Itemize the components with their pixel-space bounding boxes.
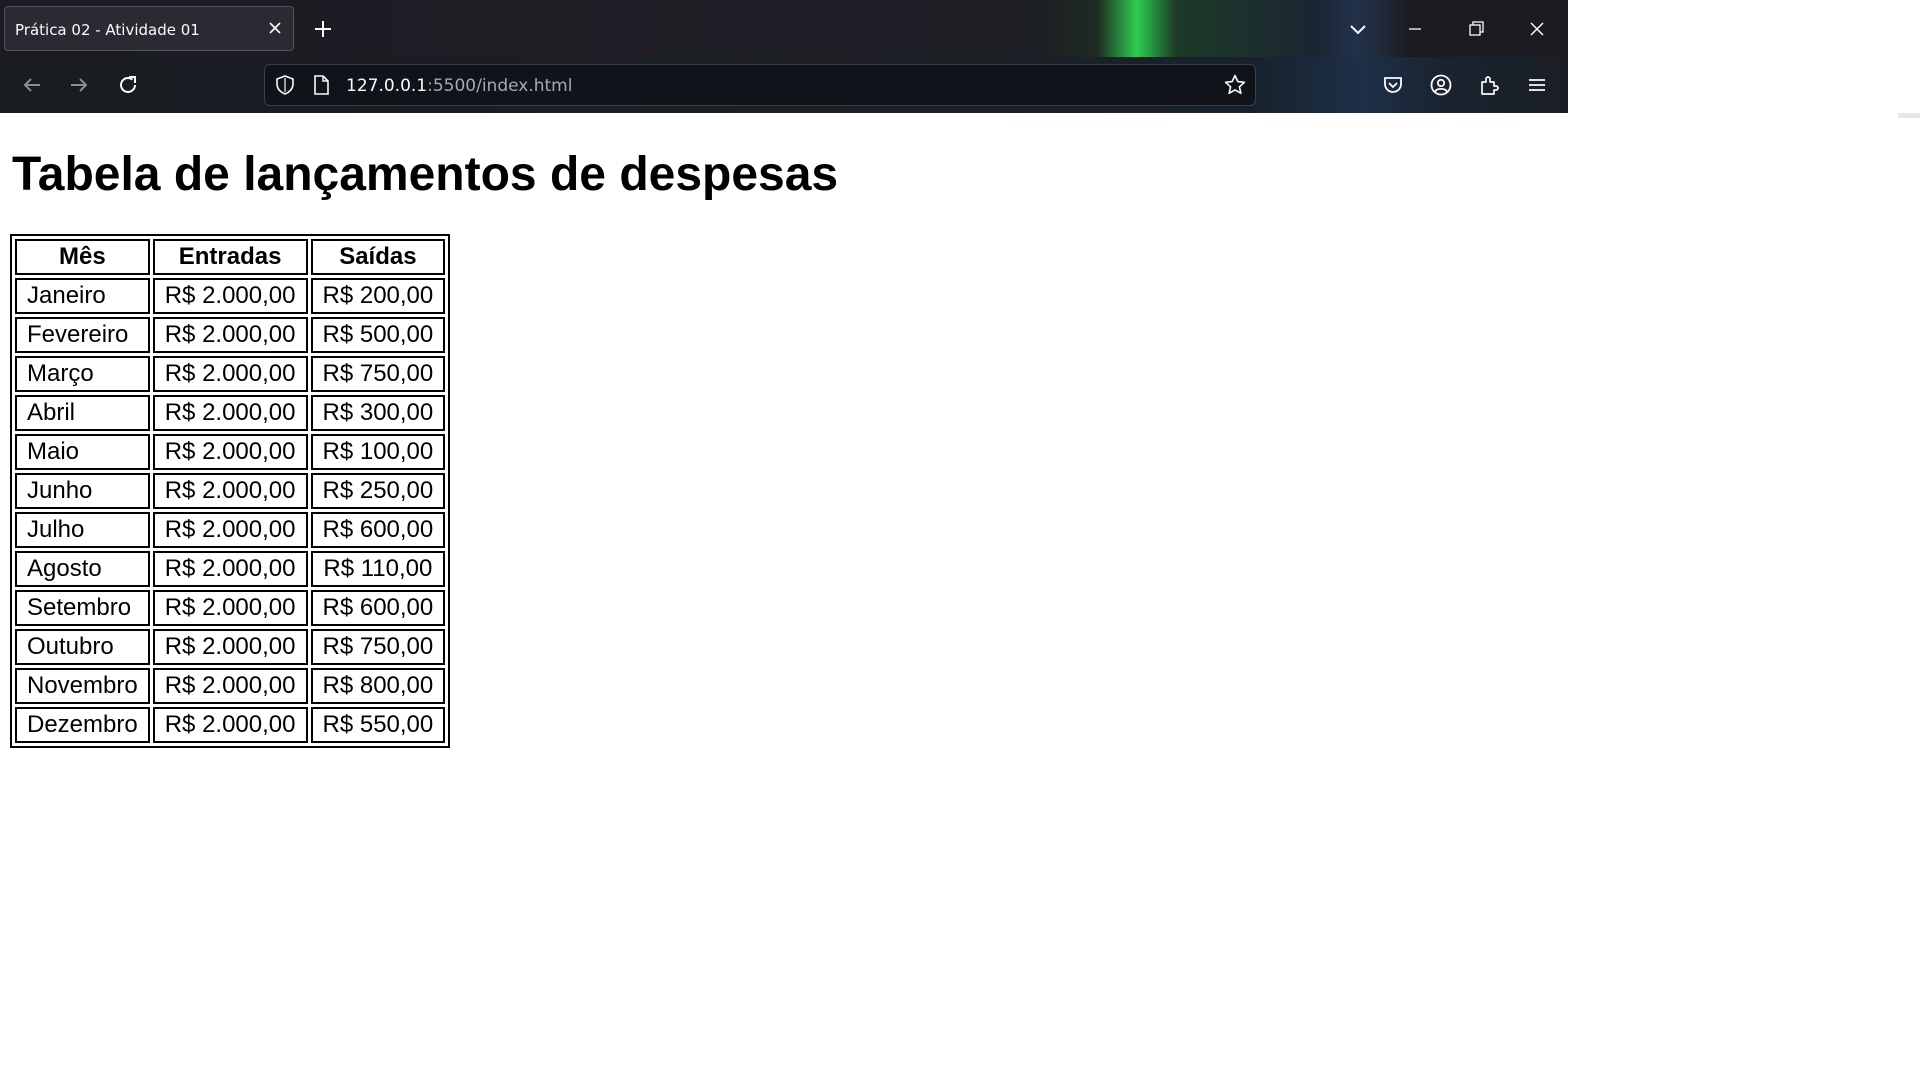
table-row: Janeiro R$ 2.000,00 R$ 200,00 xyxy=(15,278,446,314)
income-cell: R$ 2.000,00 xyxy=(152,629,308,665)
income-cell: R$ 2.000,00 xyxy=(152,356,308,392)
new-tab-plus-icon[interactable] xyxy=(312,18,334,40)
table-row: Abril R$ 2.000,00 R$ 300,00 xyxy=(15,395,446,431)
income-cell: R$ 2.000,00 xyxy=(152,434,308,470)
column-header-month: Mês xyxy=(15,239,150,275)
expense-cell: R$ 300,00 xyxy=(310,395,446,431)
table-row: Dezembro R$ 2.000,00 R$ 550,00 xyxy=(15,707,446,743)
table-row: Junho R$ 2.000,00 R$ 250,00 xyxy=(15,473,446,509)
column-header-income: Entradas xyxy=(152,239,308,275)
expense-cell: R$ 800,00 xyxy=(310,668,446,704)
page-heading: Tabela de lançamentos de despesas xyxy=(12,148,839,201)
month-cell: Junho xyxy=(15,473,150,509)
month-cell: Abril xyxy=(15,395,150,431)
close-window-icon[interactable] xyxy=(1522,14,1552,44)
month-cell: Maio xyxy=(15,434,150,470)
address-bar[interactable]: 127.0.0.1:5500/index.html xyxy=(264,64,1256,106)
account-icon[interactable] xyxy=(1429,73,1453,97)
table-row: Julho R$ 2.000,00 R$ 600,00 xyxy=(15,512,446,548)
income-cell: R$ 2.000,00 xyxy=(152,278,308,314)
close-tab-icon[interactable] xyxy=(267,20,283,36)
column-header-expenses: Saídas xyxy=(310,239,446,275)
pocket-icon[interactable] xyxy=(1381,73,1405,97)
table-header-row: Mês Entradas Saídas xyxy=(15,239,446,275)
expenses-table: Mês Entradas Saídas Janeiro R$ 2.000,00 R$… xyxy=(10,234,451,748)
expense-cell: R$ 110,00 xyxy=(310,551,446,587)
tab-title: Prática 02 - Atividade 01 xyxy=(15,21,200,39)
title-bar: Prática 02 - Atividade 01 xyxy=(0,0,1568,57)
table-row: Fevereiro R$ 2.000,00 R$ 500,00 xyxy=(15,317,446,353)
table-row: Setembro R$ 2.000,00 R$ 600,00 xyxy=(15,590,446,626)
shield-icon[interactable] xyxy=(274,74,296,96)
month-cell: Setembro xyxy=(15,590,150,626)
url-text[interactable]: 127.0.0.1:5500/index.html xyxy=(346,76,572,96)
reload-icon[interactable] xyxy=(116,73,140,97)
table-row: Maio R$ 2.000,00 R$ 100,00 xyxy=(15,434,446,470)
minimize-icon[interactable] xyxy=(1400,14,1430,44)
month-cell: Dezembro xyxy=(15,707,150,743)
table-row: Março R$ 2.000,00 R$ 750,00 xyxy=(15,356,446,392)
income-cell: R$ 2.000,00 xyxy=(152,473,308,509)
list-all-tabs-chevron-icon[interactable] xyxy=(1343,14,1373,44)
expense-cell: R$ 100,00 xyxy=(310,434,446,470)
month-cell: Novembro xyxy=(15,668,150,704)
income-cell: R$ 2.000,00 xyxy=(152,395,308,431)
expense-cell: R$ 250,00 xyxy=(310,473,446,509)
month-cell: Outubro xyxy=(15,629,150,665)
month-cell: Janeiro xyxy=(15,278,150,314)
income-cell: R$ 2.000,00 xyxy=(152,590,308,626)
menu-hamburger-icon[interactable] xyxy=(1525,73,1549,97)
bookmark-star-icon[interactable] xyxy=(1223,73,1247,97)
browser-tab[interactable]: Prática 02 - Atividade 01 xyxy=(4,6,294,51)
restore-icon[interactable] xyxy=(1461,14,1491,44)
expense-cell: R$ 600,00 xyxy=(310,590,446,626)
expense-cell: R$ 500,00 xyxy=(310,317,446,353)
forward-arrow-icon[interactable] xyxy=(67,73,91,97)
income-cell: R$ 2.000,00 xyxy=(152,551,308,587)
scrollbar-hint xyxy=(1898,113,1920,118)
month-cell: Março xyxy=(15,356,150,392)
url-path: :5500/index.html xyxy=(427,76,573,96)
expense-cell: R$ 550,00 xyxy=(310,707,446,743)
extensions-puzzle-icon[interactable] xyxy=(1477,73,1501,97)
table-row: Outubro R$ 2.000,00 R$ 750,00 xyxy=(15,629,446,665)
income-cell: R$ 2.000,00 xyxy=(152,317,308,353)
income-cell: R$ 2.000,00 xyxy=(152,512,308,548)
expense-cell: R$ 750,00 xyxy=(310,356,446,392)
expense-cell: R$ 750,00 xyxy=(310,629,446,665)
table-row: Agosto R$ 2.000,00 R$ 110,00 xyxy=(15,551,446,587)
navigation-toolbar: 127.0.0.1:5500/index.html xyxy=(0,57,1568,113)
page-icon[interactable] xyxy=(310,74,332,96)
expense-cell: R$ 600,00 xyxy=(310,512,446,548)
income-cell: R$ 2.000,00 xyxy=(152,668,308,704)
table-row: Novembro R$ 2.000,00 R$ 800,00 xyxy=(15,668,446,704)
expense-cell: R$ 200,00 xyxy=(310,278,446,314)
month-cell: Fevereiro xyxy=(15,317,150,353)
page-content: Tabela de lançamentos de despesas Mês En… xyxy=(0,113,1568,882)
url-host: 127.0.0.1 xyxy=(346,76,428,96)
back-arrow-icon[interactable] xyxy=(20,73,44,97)
month-cell: Julho xyxy=(15,512,150,548)
income-cell: R$ 2.000,00 xyxy=(152,707,308,743)
month-cell: Agosto xyxy=(15,551,150,587)
